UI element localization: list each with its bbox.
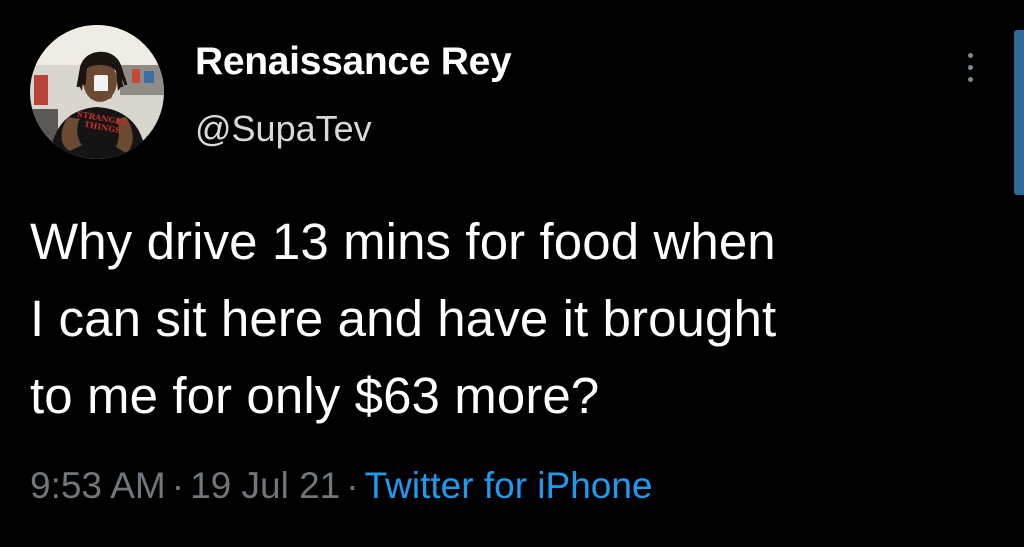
more-vertical-icon-dot [967, 76, 973, 82]
tweet-card: STRANGER THINGS Renaissance Rey @SupaTev… [0, 0, 1024, 547]
tweet-text-line: to me for only $63 more? [30, 367, 600, 424]
avatar[interactable]: STRANGER THINGS [30, 25, 164, 159]
tweet-time[interactable]: 9:53 AM [30, 465, 166, 506]
separator: · [346, 465, 359, 506]
display-name[interactable]: Renaissance Rey [195, 40, 512, 84]
more-vertical-icon [967, 52, 973, 58]
more-options-button[interactable] [955, 42, 985, 92]
tweet-text-line: I can sit here and have it brought [30, 290, 777, 347]
avatar-image: STRANGER THINGS [30, 25, 164, 159]
user-handle[interactable]: @SupaTev [195, 108, 372, 150]
tweet-metadata: 9:53 AM · 19 Jul 21 · Twitter for iPhone [30, 465, 653, 507]
tweet-date[interactable]: 19 Jul 21 [190, 465, 340, 506]
tweet-source-link[interactable]: Twitter for iPhone [365, 465, 653, 506]
scroll-indicator [1014, 30, 1024, 195]
more-vertical-icon-dot [967, 64, 973, 70]
tweet-text-line: Why drive 13 mins for food when [30, 213, 776, 270]
tweet-text: Why drive 13 mins for food when I can si… [30, 203, 1005, 434]
separator: · [171, 465, 185, 506]
